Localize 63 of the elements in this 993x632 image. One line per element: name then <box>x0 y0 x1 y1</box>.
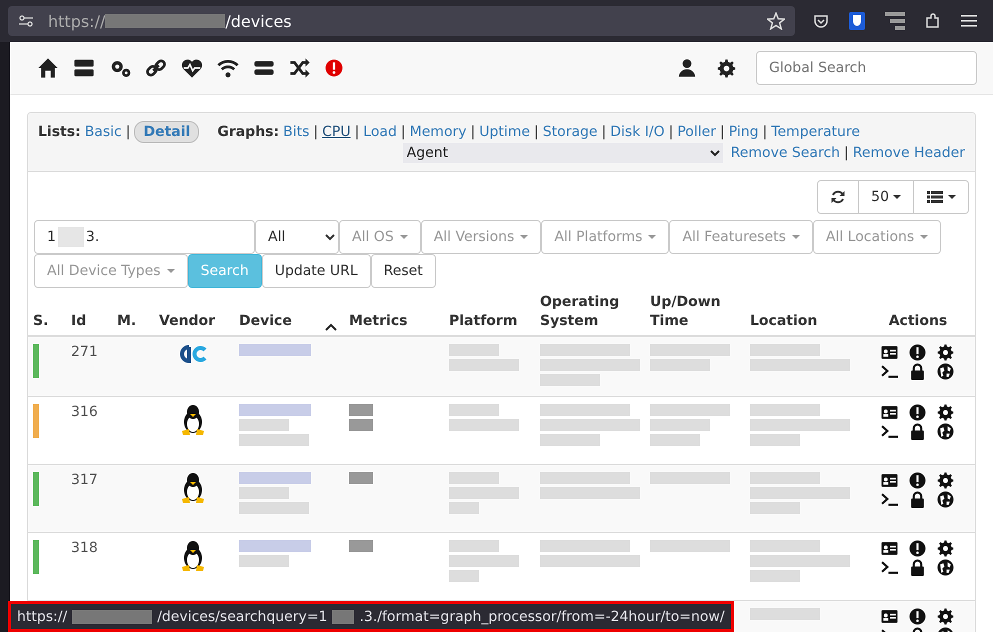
page-size-dropdown[interactable]: 50 <box>859 180 914 214</box>
action-button[interactable]: Reset <box>370 254 436 288</box>
graph-type-select[interactable]: Agent <box>402 143 723 163</box>
url-text: https:// <box>48 12 106 30</box>
status-text: https:// <box>17 608 68 624</box>
filter-dropdown[interactable]: All Device Types <box>34 254 188 288</box>
lists-label: Lists: <box>38 124 81 140</box>
column-header[interactable]: Device <box>239 312 292 331</box>
graph-link[interactable]: Disk I/O <box>610 124 665 140</box>
graph-link[interactable]: Bits <box>283 124 310 140</box>
column-header[interactable]: Up/Down Time <box>650 293 738 331</box>
filter-dropdown[interactable]: All Featuresets <box>669 220 813 254</box>
list-view-button[interactable]: Detail <box>134 121 200 143</box>
table-cell: 318 <box>71 540 98 556</box>
type-select[interactable]: All <box>255 220 339 254</box>
separator: | <box>313 124 318 140</box>
status-text: /devices/searchquery=1 <box>157 608 328 624</box>
separator: | <box>354 124 360 140</box>
action-button[interactable]: Update URL <box>262 254 371 288</box>
column-header[interactable]: Metrics <box>349 312 437 331</box>
separator: | <box>534 124 539 140</box>
column-header[interactable]: Id <box>71 312 105 331</box>
search-field[interactable]: 1 3. <box>34 220 255 254</box>
filter-dropdown[interactable]: All Versions <box>420 220 542 254</box>
separator: | <box>668 124 674 140</box>
table-cell: 316 <box>71 404 98 420</box>
field-text: 3. <box>86 229 100 245</box>
separator: | <box>762 124 768 140</box>
field-text: 1 <box>47 229 56 245</box>
graph-link[interactable]: Memory <box>410 124 467 140</box>
filter-dropdown[interactable]: All Platforms <box>541 220 670 254</box>
list-view-link[interactable]: Basic <box>84 124 122 140</box>
address-bar[interactable]: https:// /devices <box>8 6 795 36</box>
graph-link[interactable]: Temperature <box>771 124 860 140</box>
graph-link[interactable]: Ping <box>728 124 759 140</box>
graph-link[interactable]: Storage <box>542 124 598 140</box>
status-text: .3./format=graph_processor/from=-24hour/to=now/ <box>359 608 725 624</box>
graph-link[interactable]: Uptime <box>479 124 530 140</box>
column-header[interactable]: Platform <box>449 312 528 331</box>
filter-dropdown[interactable]: All OS <box>339 220 421 254</box>
graph-link[interactable]: Poller <box>677 124 716 140</box>
graphs-label: Graphs: <box>217 124 280 140</box>
table-cell: 271 <box>71 344 98 360</box>
table-cell: 317 <box>71 472 98 488</box>
column-header[interactable]: Vendor <box>159 312 227 331</box>
column-header[interactable]: S. <box>33 312 59 331</box>
separator: | <box>126 124 130 140</box>
filter-dropdown[interactable]: All Locations <box>812 220 942 254</box>
column-header[interactable]: Actions <box>867 312 969 331</box>
column-header[interactable]: Operating System <box>540 293 638 331</box>
separator: | <box>720 124 725 140</box>
search-field[interactable]: Global Search <box>756 51 977 85</box>
header-link[interactable]: Remove Header <box>852 145 965 161</box>
separator: | <box>470 124 476 140</box>
separator: | <box>844 145 849 161</box>
graph-link[interactable]: Load <box>363 124 397 140</box>
separator: | <box>602 124 606 140</box>
separator: | <box>400 124 406 140</box>
graph-link[interactable]: CPU <box>322 124 351 140</box>
column-header[interactable]: Location <box>750 312 855 331</box>
column-header[interactable]: M. <box>117 312 147 331</box>
header-link[interactable]: Remove Search <box>730 145 840 161</box>
url-text: /devices <box>225 12 292 30</box>
